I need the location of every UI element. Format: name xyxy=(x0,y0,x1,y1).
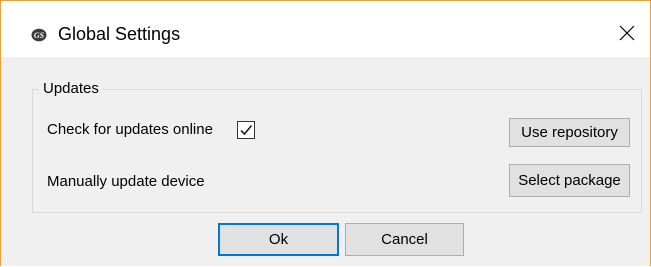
checkmark-icon xyxy=(240,124,253,136)
check-online-label: Check for updates online xyxy=(47,121,213,138)
title-bar: GS Global Settings xyxy=(1,1,650,57)
use-repository-button[interactable]: Use repository xyxy=(509,118,630,147)
select-package-button[interactable]: Select package xyxy=(509,164,630,197)
check-online-checkbox[interactable] xyxy=(237,121,255,139)
svg-text:GS: GS xyxy=(34,31,45,40)
manual-update-label: Manually update device xyxy=(47,173,205,190)
cancel-button[interactable]: Cancel xyxy=(345,223,464,256)
close-button[interactable] xyxy=(604,13,650,57)
window-title: Global Settings xyxy=(58,24,181,44)
ok-button[interactable]: Ok xyxy=(218,223,339,256)
gs-logo-icon: GS xyxy=(31,28,47,42)
close-icon xyxy=(619,25,635,46)
global-settings-dialog: GS Global Settings Updates Check for upd… xyxy=(0,0,651,266)
updates-group-title: Updates xyxy=(39,80,103,97)
